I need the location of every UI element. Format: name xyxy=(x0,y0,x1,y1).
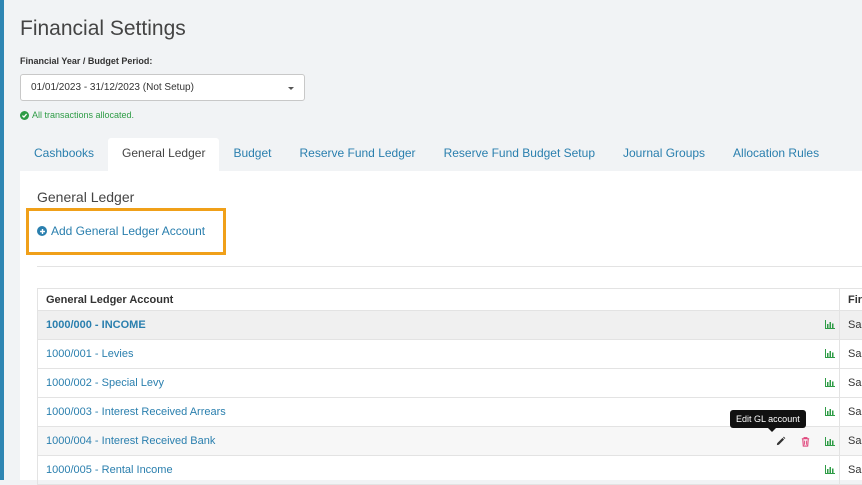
bar-chart-icon[interactable] xyxy=(825,320,835,329)
general-ledger-panel: General Ledger Add General Ledger Accoun… xyxy=(20,171,862,480)
account-cell: 1000/003 - Interest Received Arrears xyxy=(38,398,840,427)
tab-reserve-fund-ledger[interactable]: Reserve Fund Ledger xyxy=(285,138,429,171)
bar-chart-icon[interactable] xyxy=(825,407,835,416)
check-circle-icon xyxy=(20,111,29,120)
account-cell: 1000/002 - Special Levy xyxy=(38,369,840,398)
column-header-fin[interactable]: Fir xyxy=(840,289,862,311)
account-cell: 1000/005 - Rental Income xyxy=(38,456,840,485)
table-row: 1000/005 - Rental Income Sal xyxy=(38,456,862,485)
table-row: 1000/004 - Interest Received Bank Sal xyxy=(38,427,862,456)
add-gl-account-button[interactable]: Add General Ledger Account xyxy=(37,224,205,238)
account-link[interactable]: 1000/004 - Interest Received Bank xyxy=(46,435,215,447)
panel-title: General Ledger xyxy=(37,189,134,205)
table-header-row: General Ledger Account Fir xyxy=(38,289,862,311)
edit-gl-tooltip: Edit GL account xyxy=(730,410,806,428)
account-cell: 1000/001 - Levies xyxy=(38,340,840,369)
left-accent-strip xyxy=(0,0,4,480)
divider xyxy=(37,266,862,267)
bar-chart-icon[interactable] xyxy=(825,437,835,446)
bar-chart-icon[interactable] xyxy=(825,349,835,358)
fin-cell: Sal xyxy=(840,311,862,340)
pencil-icon[interactable] xyxy=(775,436,786,447)
fin-cell: Sal xyxy=(840,369,862,398)
financial-year-selected-value: 01/01/2023 - 31/12/2023 (Not Setup) xyxy=(31,82,194,93)
bar-chart-icon[interactable] xyxy=(825,378,835,387)
account-link[interactable]: 1000/002 - Special Levy xyxy=(46,377,164,389)
allocation-status: All transactions allocated. xyxy=(20,110,134,120)
tab-cashbooks[interactable]: Cashbooks xyxy=(20,138,108,171)
fin-cell: Sal xyxy=(840,456,862,485)
fin-cell: Sal xyxy=(840,427,862,456)
account-cell: 1000/000 - INCOME xyxy=(38,311,840,340)
tab-allocation-rules[interactable]: Allocation Rules xyxy=(719,138,833,171)
account-link[interactable]: 1000/000 - INCOME xyxy=(46,319,146,331)
gl-accounts-table: General Ledger Account Fir 1000/000 - IN… xyxy=(37,288,862,485)
tooltip-arrow xyxy=(768,428,776,432)
account-cell: 1000/004 - Interest Received Bank xyxy=(38,427,840,456)
caret-down-icon xyxy=(288,87,294,90)
account-link[interactable]: 1000/001 - Levies xyxy=(46,348,133,360)
financial-year-label: Financial Year / Budget Period: xyxy=(20,56,152,66)
account-link[interactable]: 1000/005 - Rental Income xyxy=(46,464,173,476)
tab-journal-groups[interactable]: Journal Groups xyxy=(609,138,719,171)
page-title: Financial Settings xyxy=(20,17,186,41)
table-row: 1000/000 - INCOME Sal xyxy=(38,311,862,340)
bar-chart-icon[interactable] xyxy=(825,465,835,474)
trash-icon[interactable] xyxy=(800,436,811,447)
table-row: 1000/002 - Special Levy Sal xyxy=(38,369,862,398)
financial-year-select[interactable]: 01/01/2023 - 31/12/2023 (Not Setup) xyxy=(20,74,305,101)
account-link[interactable]: 1000/003 - Interest Received Arrears xyxy=(46,406,226,418)
fin-cell: Sal xyxy=(840,398,862,427)
fin-cell: Sal xyxy=(840,340,862,369)
plus-circle-icon xyxy=(37,226,47,236)
tab-budget[interactable]: Budget xyxy=(219,138,285,171)
add-gl-account-label: Add General Ledger Account xyxy=(51,224,205,238)
tab-reserve-fund-budget-setup[interactable]: Reserve Fund Budget Setup xyxy=(430,138,609,171)
tab-general-ledger[interactable]: General Ledger xyxy=(108,138,219,171)
settings-tabs: Cashbooks General Ledger Budget Reserve … xyxy=(20,138,833,171)
allocation-status-text: All transactions allocated. xyxy=(32,110,134,120)
table-row: 1000/001 - Levies Sal xyxy=(38,340,862,369)
column-header-account[interactable]: General Ledger Account xyxy=(38,289,840,311)
